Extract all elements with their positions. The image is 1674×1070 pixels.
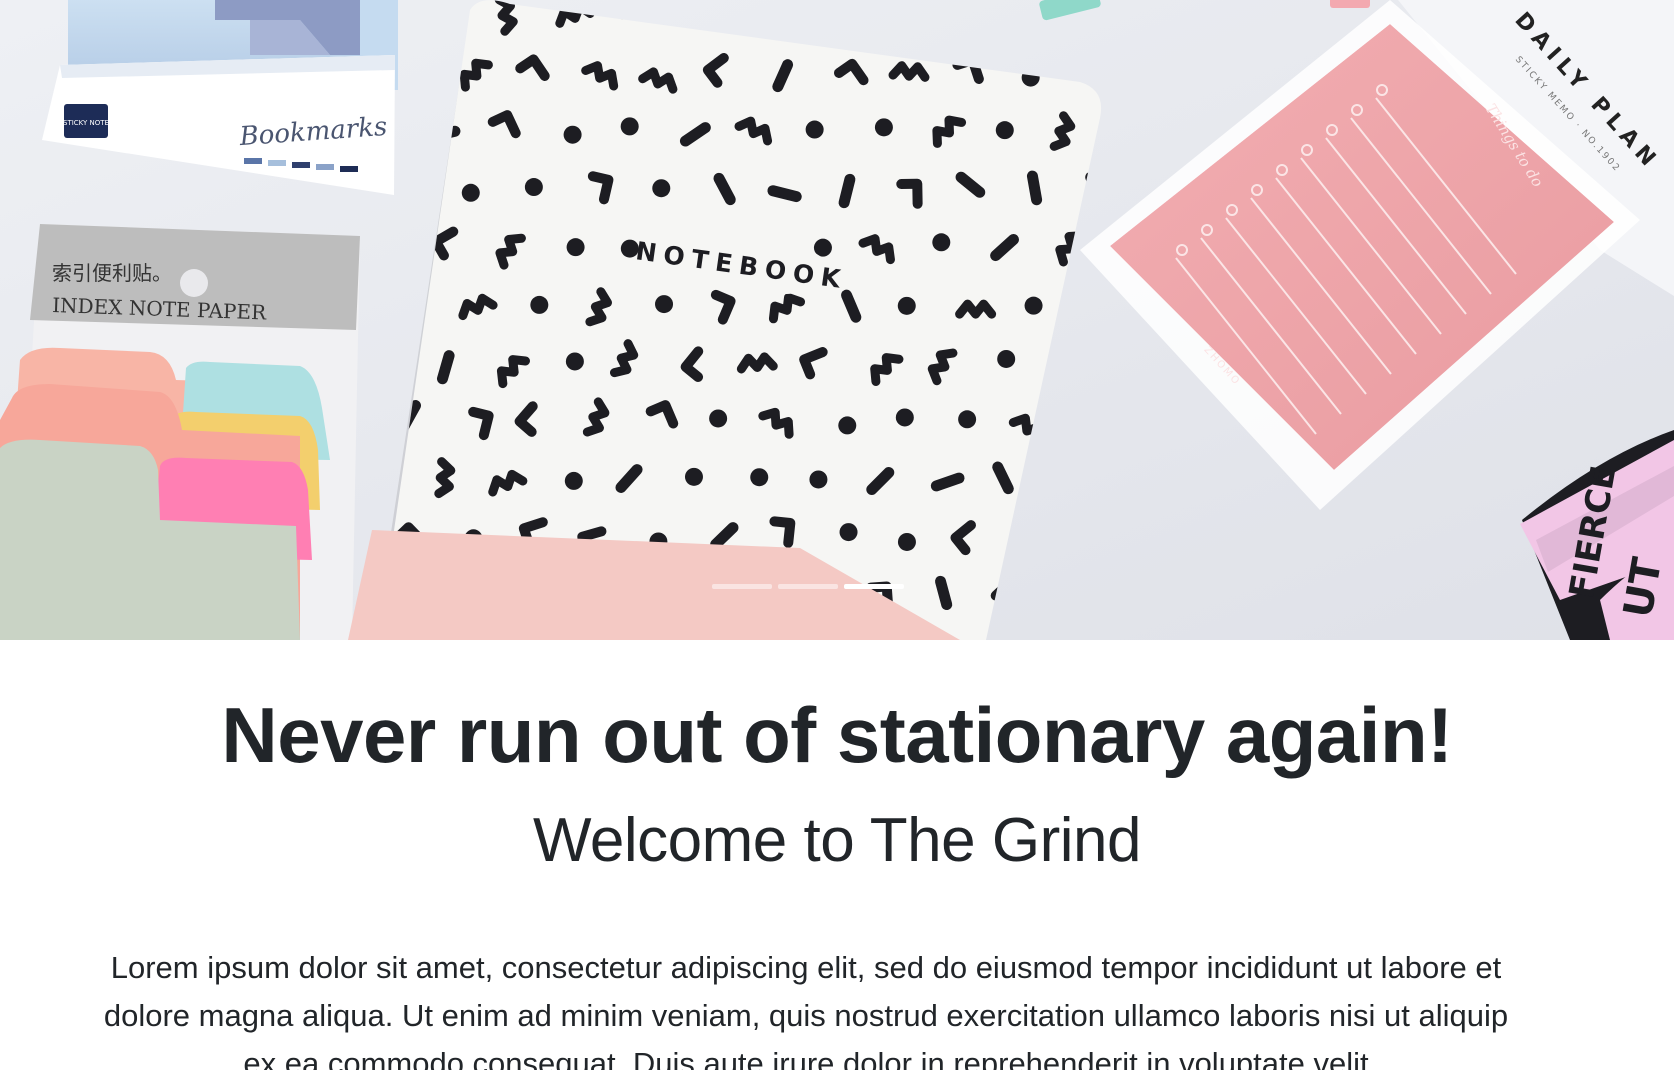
- pattern-mark: [564, 471, 583, 490]
- pattern-mark: [461, 183, 480, 202]
- pattern-mark: [897, 532, 916, 551]
- pattern-mark: [563, 125, 582, 144]
- intro-paragraph: Lorem ipsum dolor sit amet, consectetur …: [103, 950, 1509, 1070]
- pattern-mark: [897, 296, 916, 315]
- page-subheadline: Welcome to The Grind: [533, 806, 1141, 875]
- pattern-mark: [652, 179, 671, 198]
- pattern-mark: [1024, 296, 1043, 315]
- index-chinese-label: 索引便利贴。: [52, 261, 172, 285]
- pattern-mark: [566, 238, 585, 257]
- pattern-mark: [684, 467, 703, 486]
- pattern-mark: [750, 468, 769, 487]
- pattern-mark: [709, 409, 728, 428]
- landing-page: STICKY NOTE Bookmarks 索引便利贴。 INDEX NOTE …: [0, 0, 1674, 1070]
- pattern-mark: [932, 233, 951, 252]
- hero-image: STICKY NOTE Bookmarks 索引便利贴。 INDEX NOTE …: [0, 0, 1674, 640]
- pattern-mark: [524, 178, 543, 197]
- carousel-indicator-1[interactable]: [712, 584, 772, 589]
- pattern-mark: [895, 408, 914, 427]
- pattern-mark: [995, 121, 1014, 140]
- pattern-mark: [655, 295, 674, 314]
- pattern-mark: [838, 173, 856, 209]
- pattern-mark: [436, 350, 455, 385]
- page-headline: Never run out of stationary again!: [221, 691, 1453, 779]
- carousel-indicator-2[interactable]: [778, 584, 838, 589]
- pattern-mark: [958, 410, 977, 429]
- pattern-mark: [935, 575, 953, 611]
- pattern-mark: [838, 416, 857, 435]
- pattern-mark: [839, 523, 858, 542]
- pattern-mark: [565, 352, 584, 371]
- pattern-mark: [997, 349, 1016, 368]
- pattern-mark: [1026, 170, 1043, 206]
- pattern-mark: [530, 295, 549, 314]
- notebook: NOTEBOOK: [348, 0, 1102, 640]
- carousel-indicator-3[interactable]: [844, 584, 904, 589]
- sticky-note-label: STICKY NOTE: [63, 119, 109, 127]
- carousel-indicators: [712, 584, 904, 589]
- pattern-mark: [805, 120, 824, 139]
- index-note-paper: 索引便利贴。 INDEX NOTE PAPER: [0, 224, 360, 640]
- pattern-mark: [874, 118, 893, 137]
- pattern-mark: [620, 117, 639, 136]
- pattern-mark: [767, 185, 802, 203]
- pattern-mark: [930, 472, 965, 492]
- pattern-mark: [809, 470, 828, 489]
